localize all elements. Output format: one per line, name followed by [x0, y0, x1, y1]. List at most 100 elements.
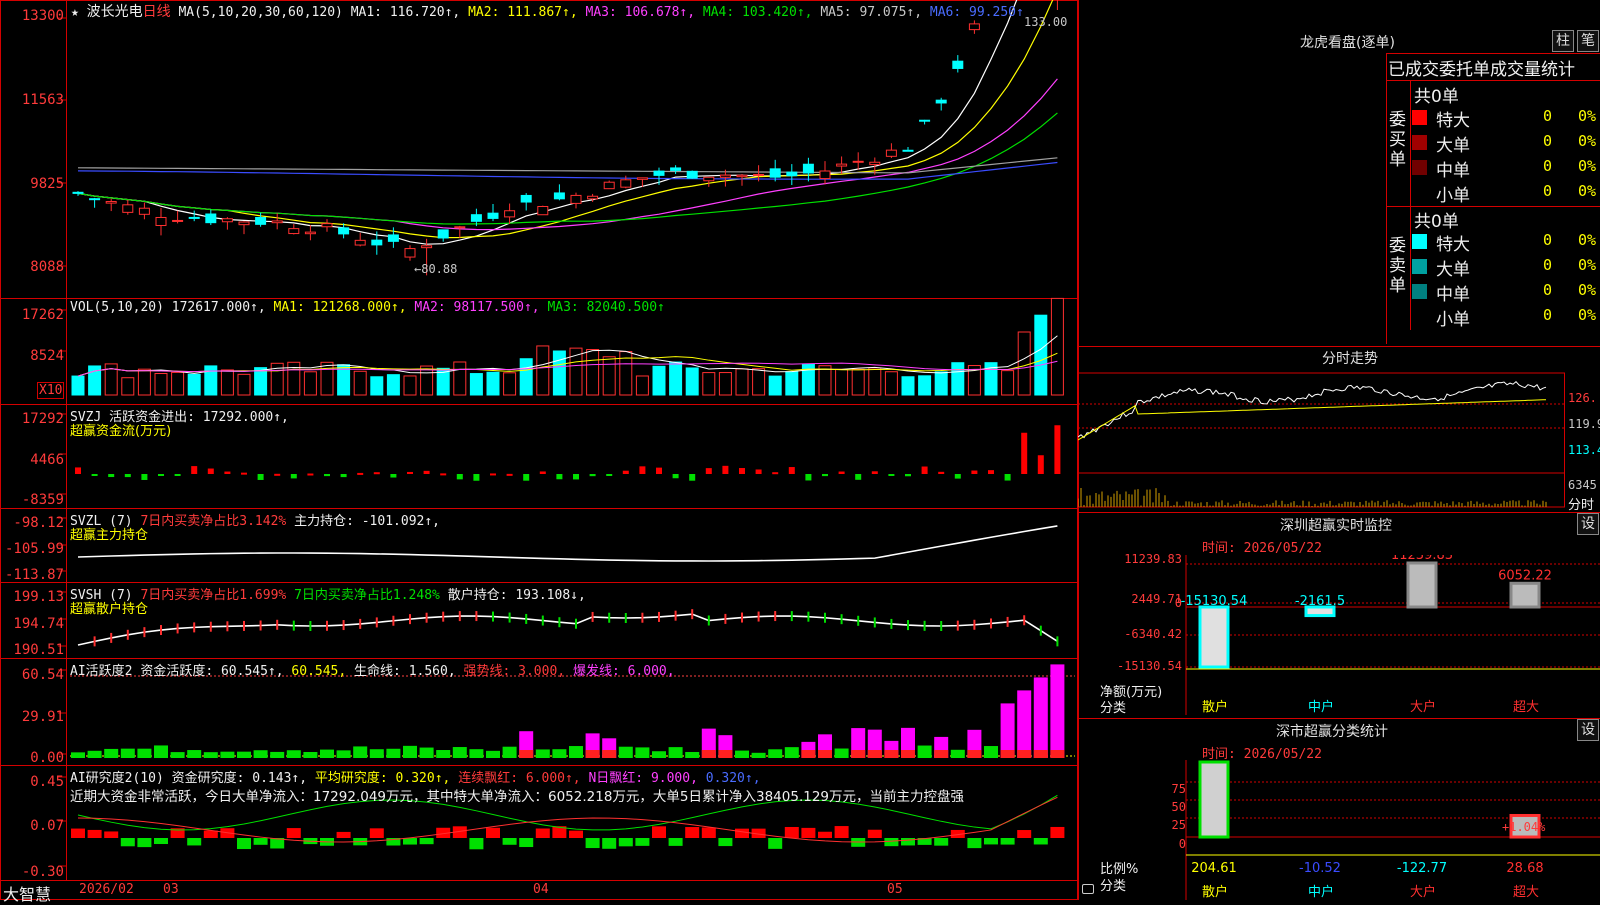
activity-bar: [369, 749, 384, 758]
candle-body: [89, 198, 101, 201]
activity-bar: [436, 750, 451, 758]
candle-body: [670, 167, 682, 171]
sell-row-3-label: 小单: [1436, 310, 1470, 330]
candle-body: [437, 229, 449, 239]
sell-total: 共0单: [1414, 212, 1459, 232]
ai-res-axis-2: -0.30: [21, 864, 64, 880]
candle-body: [404, 248, 416, 258]
period-label[interactable]: 日线: [143, 4, 171, 20]
activity-bar: [353, 746, 368, 758]
fundflow-bar: [838, 471, 845, 474]
candle-body: [122, 204, 134, 213]
volume-bar: [586, 349, 600, 396]
monitor-bar-label-2: 11239.83: [1391, 555, 1453, 563]
intraday-chart[interactable]: [1078, 368, 1600, 513]
buy-row-1-pct: 0%: [1578, 132, 1597, 150]
sell-row-2-swatch: [1412, 284, 1427, 299]
fundflow-bar: [390, 474, 397, 478]
volume-bar: [536, 345, 550, 396]
fundflow-bar: [174, 474, 181, 476]
classify-settings-button[interactable]: 设: [1577, 719, 1599, 741]
volume-bar: [868, 367, 882, 396]
research-bar: [203, 830, 218, 838]
fundflow-bar: [307, 473, 314, 476]
volume-bar: [552, 350, 566, 396]
candle-body: [371, 239, 383, 246]
candle-body: [271, 220, 283, 224]
svsh-line3: 散户持仓: 193.108↓,: [447, 588, 586, 603]
monitor-bar-2: [1406, 561, 1438, 609]
volume-bar: [403, 375, 417, 396]
vol-ma3: MA3: 82040.500↑: [547, 300, 665, 315]
research-bar: [137, 838, 152, 848]
activity-bar: [386, 748, 401, 758]
fundflow-bar: [473, 474, 480, 481]
buy-row-3-label: 小单: [1436, 186, 1470, 206]
ma1-line: [77, 0, 1018, 245]
research-bar: [867, 829, 882, 838]
monitor-cat-3: 超大: [1513, 700, 1540, 715]
monitor-cat-2: 大户: [1410, 700, 1437, 715]
candle-body: [338, 227, 350, 235]
research-bar: [735, 828, 749, 838]
vol-unit-badge[interactable]: X10: [37, 382, 65, 399]
fundflow-bar: [788, 467, 795, 474]
svzj-axis-1: 4466: [30, 452, 64, 468]
fundflow-bar: [257, 474, 264, 480]
classify-bar-label-3: 28.68: [1506, 861, 1543, 876]
ai-act-p3: 生命线: 1.560,: [354, 664, 456, 679]
intraday-axis-3: 6345: [1568, 478, 1597, 492]
research-bar: [652, 826, 666, 838]
activity-bar: [984, 746, 998, 758]
svzl-line1: 7日内买卖净占比3.142%: [140, 514, 287, 529]
kline-canvas[interactable]: [0, 0, 1078, 900]
activity-bar: [768, 749, 783, 758]
intraday-axis-0: 126.: [1568, 391, 1597, 405]
classify-bar-label-2: -122.77: [1397, 861, 1447, 876]
activity-bar: [203, 752, 218, 758]
fundflow-bar: [573, 474, 579, 480]
tick-mode-button[interactable]: 笔: [1577, 30, 1599, 52]
fundflow-bar: [108, 474, 115, 478]
buy-side-label: 委买单: [1389, 110, 1406, 170]
ai-act-p1: 资金活跃度: 60.545↑,: [140, 664, 284, 679]
candle-body: [802, 163, 814, 174]
classify-axis-1: 50: [1171, 800, 1186, 814]
monitor-bar-label-3: 6052.22: [1498, 568, 1552, 583]
svzj-axis-0: 17292: [21, 411, 64, 427]
activity-bar-base: [967, 750, 982, 758]
fundflow-bar: [207, 468, 214, 474]
candle-body: [603, 181, 615, 190]
classify-axis-3: 0: [1178, 837, 1186, 851]
activity-bar: [187, 750, 202, 758]
research-bar: [801, 827, 816, 838]
svsh-axis-1: 194.74: [13, 616, 64, 632]
monitor-bar-label-1: -2161.5: [1295, 594, 1345, 609]
activity-bar: [104, 748, 119, 758]
volume-bar: [121, 377, 135, 396]
ma5-value: MA5: 97.075↑,: [820, 5, 923, 20]
fundflow-bar: [556, 474, 563, 480]
research-bar: [419, 838, 434, 845]
fundflow-bar: [290, 474, 297, 479]
ai-res-label: AI研究度2(10): [70, 771, 164, 786]
classify-cat-1: 中户: [1308, 885, 1335, 900]
activity-bar: [286, 750, 301, 758]
bar-mode-button[interactable]: 柱: [1552, 30, 1574, 52]
svzl-axis-0: -98.12: [13, 515, 64, 531]
research-bar: [1050, 826, 1065, 838]
monitor-cat-1: 中户: [1308, 700, 1335, 715]
volume-bar: [652, 365, 666, 396]
candle-body: [188, 216, 200, 219]
candle-body: [703, 176, 715, 182]
lhb-title: 龙虎看盘(逐单): [1300, 35, 1395, 51]
candle-body: [587, 195, 599, 200]
order-stat-title: 已成交委托单成交量统计: [1388, 60, 1575, 80]
intraday-price-line: [1078, 381, 1547, 439]
monitor-bar-label-0: -15130.54: [1181, 594, 1248, 609]
monitor-settings-button[interactable]: 设: [1577, 513, 1599, 535]
stock-name[interactable]: 波长光电: [87, 4, 143, 20]
classify-bar-label-0: 204.61: [1191, 861, 1237, 876]
ai-res-p1: 资金研究度: 0.143↑,: [171, 771, 308, 786]
volume-bar: [635, 375, 649, 396]
